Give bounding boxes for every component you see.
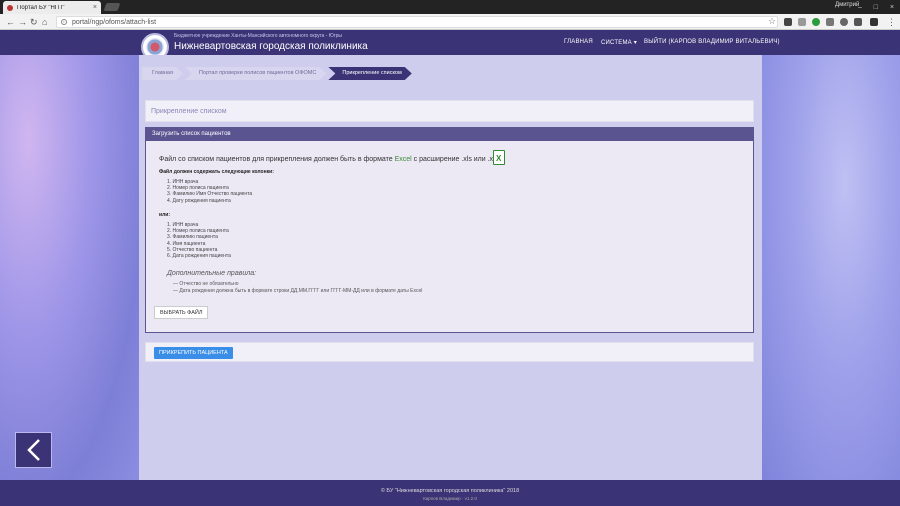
format-instruction: Файл со списком пациентов для прикреплен… xyxy=(159,156,502,163)
excel-file-icon: X xyxy=(493,150,505,165)
reload-icon[interactable]: ↻ xyxy=(30,17,38,27)
nav-home[interactable]: ГЛАВНАЯ xyxy=(564,39,593,45)
extension-icon[interactable] xyxy=(826,18,834,26)
nav-logout[interactable]: ВЫЙТИ (КАРПОВ ВЛАДИМИР ВИТАЛЬЕВИЧ) xyxy=(644,39,780,45)
logo-emblem-icon xyxy=(146,38,164,56)
info-icon[interactable]: i xyxy=(61,19,67,25)
url-text: portal/ngp/ofoms/attach-list xyxy=(72,18,157,26)
org-subtitle: Бюджетное учреждение Ханты-Мансийского а… xyxy=(174,33,342,39)
list-item: 6. Дата рождения пациента xyxy=(167,253,231,260)
background-left xyxy=(0,55,139,480)
favicon-icon xyxy=(7,4,13,11)
minimize-icon[interactable]: – xyxy=(858,4,862,11)
extension-icon[interactable] xyxy=(812,18,820,26)
new-tab-button[interactable] xyxy=(103,3,121,11)
extension-icon[interactable] xyxy=(870,18,878,26)
upload-panel: Загрузить список пациентов Файл со списк… xyxy=(145,127,754,333)
extension-icon[interactable] xyxy=(840,18,848,26)
bookmark-star-icon[interactable]: ☆ xyxy=(768,16,776,27)
columns-list-1: 1. ИНН врача 2. Номер полиса пациента 3.… xyxy=(167,179,252,204)
attach-patient-button[interactable]: ПРИКРЕПИТЬ ПАЦИЕНТА xyxy=(154,347,233,359)
footer-copyright: © БУ "Нижневартовская городская поликлин… xyxy=(380,488,520,494)
extra-rules-title: Дополнительные правила: xyxy=(167,270,257,277)
browser-menu-icon[interactable]: ⋮ xyxy=(887,17,896,27)
close-window-icon[interactable]: × xyxy=(890,4,894,11)
browser-tab[interactable]: Портал БУ "НГП" × xyxy=(3,1,101,14)
home-icon[interactable]: ⌂ xyxy=(42,17,47,27)
breadcrumb-current: Прикрепление списком xyxy=(328,67,411,80)
action-box: ПРИКРЕПИТЬ ПАЦИЕНТА xyxy=(145,342,754,362)
background-right xyxy=(762,55,900,480)
tab-title: Портал БУ "НГП" xyxy=(17,4,65,11)
list-item: 4. Дату рождения пациента xyxy=(167,197,231,204)
choose-file-button[interactable]: ВЫБРАТЬ ФАЙЛ xyxy=(154,306,209,319)
page-title: Прикрепление списком xyxy=(151,108,227,115)
breadcrumb-portal[interactable]: Портал проверки полисов пациентов ОФОМС xyxy=(185,67,326,80)
excel-word: Excel xyxy=(394,156,412,163)
back-button[interactable] xyxy=(15,432,52,468)
org-title[interactable]: Нижневартовская городская поликлиника xyxy=(174,41,368,52)
instruction-text-end: с расширение .xls или .xlsx xyxy=(411,156,502,163)
nav-system-dropdown[interactable]: СИСТЕМА ▾ xyxy=(601,39,637,46)
instruction-text: Файл со списком пациентов для прикреплен… xyxy=(159,156,395,163)
address-bar[interactable]: i portal/ngp/ofoms/attach-list xyxy=(56,16,778,28)
window-controls: – □ × xyxy=(852,0,900,14)
maximize-icon[interactable]: □ xyxy=(874,4,878,11)
columns-list-2: 1. ИНН врача 2. Номер полиса пациента 3.… xyxy=(167,222,231,259)
or-label: или: xyxy=(159,212,170,218)
browser-toolbar: ← → ↻ ⌂ i portal/ngp/ofoms/attach-list ☆… xyxy=(0,14,900,30)
tab-close-icon[interactable]: × xyxy=(93,4,97,11)
extension-icon[interactable] xyxy=(784,18,792,26)
forward-arrow-icon[interactable]: → xyxy=(18,17,27,27)
footer-author: Карпов Владимир · v1.2.0 xyxy=(423,496,477,501)
browser-tabbar: Портал БУ "НГП" × Дмитрий – □ × xyxy=(0,0,900,14)
rule-item: — Отчество не обязательно xyxy=(173,281,239,287)
page-title-box: Прикрепление списком xyxy=(145,100,754,122)
extension-icon[interactable] xyxy=(798,18,806,26)
list-item: 3. Фамилию Имя Отчество пациента xyxy=(167,191,253,198)
extension-icon[interactable] xyxy=(854,18,862,26)
panel-heading: Загрузить список пациентов xyxy=(146,128,753,141)
footer: © БУ "Нижневартовская городская поликлин… xyxy=(0,480,900,506)
back-arrow-icon[interactable]: ← xyxy=(6,17,15,27)
chevron-left-icon xyxy=(26,439,40,461)
breadcrumb: Главная Портал проверки полисов пациенто… xyxy=(142,67,414,80)
breadcrumb-home[interactable]: Главная xyxy=(142,67,183,80)
columns-heading: Файл должен содержать следующие колонки: xyxy=(159,169,274,175)
rule-item: — Дата рождения должна быть в формате ст… xyxy=(173,288,423,294)
excel-letter: X xyxy=(496,154,502,163)
